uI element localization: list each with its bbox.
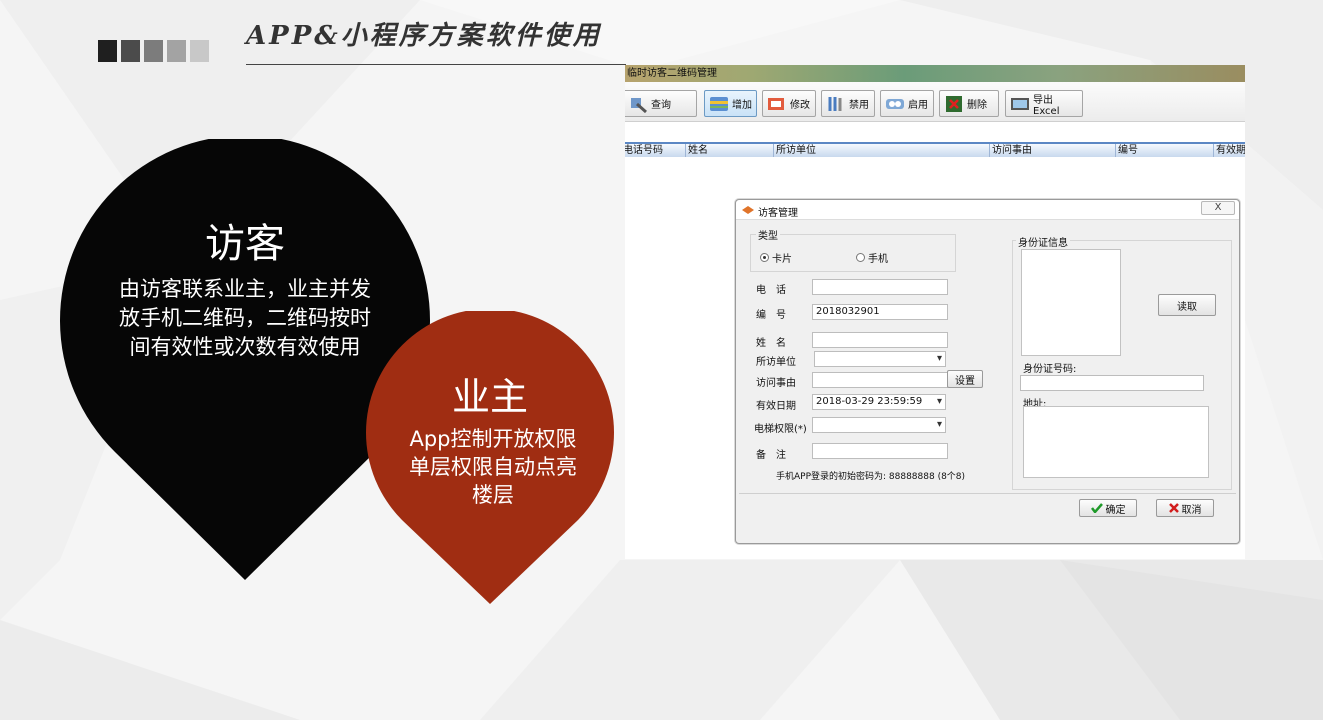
visitor-pin-title: 访客 — [205, 221, 285, 267]
column-number[interactable]: 编号 — [1115, 144, 1213, 157]
toolbar: 查询 增加 修改 禁用 启用 删除 导出Excel — [625, 82, 1245, 122]
reason-input[interactable] — [812, 372, 948, 388]
id-info-label: 身份证信息 — [1016, 234, 1070, 249]
square-3 — [144, 40, 163, 62]
square-5 — [190, 40, 209, 62]
ok-button[interactable]: 确定 — [1079, 499, 1137, 517]
owner-pin-title: 业主 — [451, 375, 528, 419]
radio-dot-icon — [760, 253, 769, 262]
add-card-icon — [709, 95, 729, 113]
valid-date-label: 有效日期 — [756, 401, 796, 412]
decorative-squares — [98, 40, 209, 62]
name-input[interactable] — [812, 332, 948, 348]
number-input[interactable]: 2018032901 — [812, 304, 948, 320]
reason-set-button[interactable]: 设置 — [947, 370, 983, 388]
enable-button[interactable]: 启用 — [880, 90, 934, 117]
disable-tools-icon — [826, 95, 846, 113]
type-card-label: 卡片 — [772, 254, 792, 265]
query-button-label: 查询 — [651, 100, 671, 111]
phone-input[interactable] — [812, 279, 948, 295]
ok-button-label: 确定 — [1105, 504, 1126, 516]
cancel-x-icon — [1168, 503, 1179, 513]
add-button[interactable]: 增加 — [704, 90, 757, 117]
search-wrench-icon — [628, 95, 648, 113]
read-id-label: 读取 — [1177, 301, 1197, 313]
checkmark-icon — [1090, 503, 1103, 513]
column-name[interactable]: 姓名 — [685, 144, 773, 157]
edit-button[interactable]: 修改 — [762, 90, 816, 117]
dialog-titlebar: 访客管理 X — [736, 200, 1239, 220]
name-label: 姓 名 — [756, 338, 786, 349]
square-2 — [121, 40, 140, 62]
column-unit[interactable]: 所访单位 — [773, 144, 989, 157]
id-photo-box — [1021, 249, 1121, 356]
query-button[interactable]: 查询 — [625, 90, 697, 117]
edit-button-label: 修改 — [790, 100, 810, 111]
square-1 — [98, 40, 117, 62]
owner-pin-description: App控制开放权限单层权限自动点亮楼层 — [409, 427, 577, 507]
software-screenshot: 临时访客二维码管理 查询 增加 修改 禁用 启用 删除 导出Excel 电话号码… — [625, 65, 1245, 559]
export-excel-button-label: 导出Excel — [1033, 94, 1060, 117]
cancel-button-label: 取消 — [1181, 504, 1202, 516]
type-group-label: 类型 — [756, 227, 780, 242]
square-4 — [167, 40, 186, 62]
address-textarea[interactable] — [1023, 406, 1209, 478]
owner-pin: 业主 App控制开放权限单层权限自动点亮楼层 — [366, 311, 614, 607]
table-header: 电话号码 姓名 所访单位 访问事由 编号 有效期 — [625, 142, 1245, 157]
dialog-app-icon — [742, 206, 754, 214]
read-id-button[interactable]: 读取 — [1158, 294, 1216, 316]
id-number-label: 身份证号码: — [1023, 364, 1077, 375]
close-icon: X — [1214, 202, 1222, 213]
dialog-footer-divider — [739, 493, 1236, 494]
type-phone-label: 手机 — [868, 254, 888, 265]
slide-title: APP&小程序方案软件使用 — [246, 21, 602, 51]
edit-card-icon — [767, 95, 787, 113]
valid-date-picker[interactable]: 2018-03-29 23:59:59 — [812, 394, 946, 410]
id-number-input[interactable] — [1020, 375, 1204, 391]
title-underline — [246, 64, 626, 65]
radio-dot-icon — [856, 253, 865, 262]
export-excel-icon — [1010, 95, 1030, 113]
reason-label: 访问事由 — [756, 378, 796, 389]
add-button-label: 增加 — [732, 100, 752, 111]
delete-button[interactable]: 删除 — [939, 90, 999, 117]
window-titlebar: 临时访客二维码管理 — [625, 65, 1245, 82]
type-card-radio[interactable]: 卡片 — [760, 250, 792, 265]
remark-label: 备 注 — [756, 450, 786, 461]
export-excel-button[interactable]: 导出Excel — [1005, 90, 1083, 117]
dialog-title: 访客管理 — [758, 208, 798, 219]
enable-card-icon — [885, 95, 905, 113]
password-hint: 手机APP登录的初始密码为: 88888888 (8个8) — [776, 472, 966, 482]
number-label: 编 号 — [756, 310, 786, 321]
reason-set-label: 设置 — [955, 375, 975, 387]
visitor-dialog: 访客管理 X 类型 卡片 手机 电 话 编 号 2018032901 姓 名 所… — [735, 199, 1240, 544]
column-reason[interactable]: 访问事由 — [989, 144, 1115, 157]
elevator-label: 电梯权限(*) — [754, 424, 807, 435]
cancel-button[interactable]: 取消 — [1156, 499, 1214, 517]
dialog-close-button[interactable]: X — [1201, 201, 1235, 215]
enable-button-label: 启用 — [908, 100, 928, 111]
unit-label: 所访单位 — [756, 357, 796, 368]
disable-button-label: 禁用 — [849, 100, 869, 111]
type-phone-radio[interactable]: 手机 — [856, 250, 888, 265]
visitor-pin-description: 由访客联系业主，业主并发放手机二维码，二维码按时间有效性或次数有效使用 — [119, 277, 371, 359]
disable-button[interactable]: 禁用 — [821, 90, 875, 117]
phone-label: 电 话 — [756, 285, 786, 296]
remark-input[interactable] — [812, 443, 948, 459]
delete-icon — [944, 95, 964, 113]
column-validity[interactable]: 有效期 — [1213, 144, 1245, 157]
delete-button-label: 删除 — [967, 100, 987, 111]
window-title: 临时访客二维码管理 — [627, 68, 717, 79]
unit-select[interactable] — [814, 351, 946, 367]
elevator-select[interactable] — [812, 417, 946, 433]
column-phone[interactable]: 电话号码 — [625, 144, 685, 157]
